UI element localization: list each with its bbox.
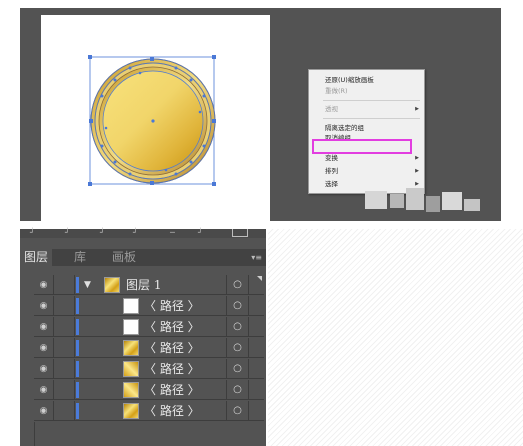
path-thumbnail <box>123 382 139 398</box>
target-circle-icon[interactable]: ○ <box>226 317 248 337</box>
eye-icon[interactable]: ◉ <box>34 317 54 337</box>
tab-libraries[interactable]: 库 <box>70 249 90 266</box>
corner-mark-icon <box>257 276 262 281</box>
target-circle-icon[interactable]: ○ <box>226 275 248 295</box>
lock-toggle[interactable] <box>54 338 75 358</box>
eye-icon[interactable]: ◉ <box>34 401 54 421</box>
layer-row-layer-1[interactable]: ◉ ▼ 图层 1 ○ <box>34 275 264 295</box>
layer-color-bar <box>76 382 79 398</box>
ungroup-highlight-box <box>312 139 412 154</box>
lock-toggle[interactable] <box>54 317 75 337</box>
layers-panel: ┘ ┘ ┘ ┘ ─ ┘ 图层 库 画板 ▾≡ ◉ ▼ 图层 1 ○ ◉ 〈 路径… <box>20 229 266 446</box>
layer-row-path[interactable]: ◉ 〈 路径 〉 ○ <box>34 401 264 421</box>
tab-layers[interactable]: 图层 <box>20 249 53 266</box>
selection-indicator[interactable] <box>248 380 264 400</box>
panel-menu-icon[interactable]: ▾≡ <box>251 253 262 262</box>
path-thumbnail <box>123 298 139 314</box>
selection-indicator[interactable] <box>248 296 264 316</box>
layer-row-path[interactable]: ◉ 〈 路径 〉 ○ <box>34 359 264 379</box>
menu-separator <box>323 100 420 101</box>
layer-color-bar <box>76 403 79 419</box>
canvas-area[interactable]: 还原(U)缩放画板 重做(R) 透视 ▶ 隔离选定的组 取消编组 变换 ▶ 排列 ▶ … <box>20 8 501 221</box>
target-circle-icon[interactable]: ○ <box>226 380 248 400</box>
selection-indicator[interactable] <box>248 401 264 421</box>
eye-icon[interactable]: ◉ <box>34 296 54 316</box>
menu-item-label: 变换 <box>325 154 338 162</box>
layer-color-bar <box>76 298 79 314</box>
path-name[interactable]: 〈 路径 〉 <box>144 317 200 337</box>
layer-color-bar <box>76 340 79 356</box>
lock-toggle[interactable] <box>54 296 75 316</box>
menu-item-perspective[interactable]: 透视 ▶ <box>309 104 424 114</box>
layer-row-path[interactable]: ◉ 〈 路径 〉 ○ <box>34 338 264 358</box>
target-circle-icon[interactable]: ○ <box>226 359 248 379</box>
tool-icon[interactable]: ─ <box>170 229 175 237</box>
tab-label: 图层 <box>24 250 49 264</box>
menu-item-label: 隔离选定的组 <box>325 124 364 132</box>
path-name[interactable]: 〈 路径 〉 <box>144 296 200 316</box>
path-thumbnail <box>123 319 139 335</box>
tool-icon[interactable] <box>232 229 248 237</box>
gold-coin-artwork[interactable] <box>20 8 501 221</box>
tool-icon[interactable]: ┘ <box>30 229 35 237</box>
layer-color-bar <box>76 277 79 293</box>
path-name[interactable]: 〈 路径 〉 <box>144 359 200 379</box>
path-name[interactable]: 〈 路径 〉 <box>144 401 200 421</box>
submenu-arrow-icon: ▶ <box>415 106 419 112</box>
menu-item-label: 还原(U)缩放画板 <box>325 76 374 84</box>
eye-icon[interactable]: ◉ <box>34 380 54 400</box>
striped-background <box>268 229 523 446</box>
tab-label: 库 <box>74 250 87 264</box>
path-thumbnail <box>123 340 139 356</box>
eye-icon[interactable]: ◉ <box>34 338 54 358</box>
menu-item-redo[interactable]: 重做(R) <box>309 86 424 96</box>
submenu-arrow-icon: ▶ <box>415 168 419 174</box>
menu-item-label: 选择 <box>325 180 338 188</box>
submenu-arrow-icon: ▶ <box>415 155 419 161</box>
panel-empty-area <box>34 422 264 446</box>
menu-item-label: 排列 <box>325 167 338 175</box>
menu-separator <box>323 118 420 119</box>
tool-icon[interactable]: ┘ <box>133 229 138 237</box>
layer-color-bar <box>76 361 79 377</box>
tab-label: 画板 <box>112 250 137 264</box>
menu-item-transform[interactable]: 变换 ▶ <box>309 153 424 163</box>
layer-row-path[interactable]: ◉ 〈 路径 〉 ○ <box>34 317 264 337</box>
menu-item-arrange[interactable]: 排列 ▶ <box>309 166 424 176</box>
target-circle-icon[interactable]: ○ <box>226 401 248 421</box>
path-thumbnail <box>123 361 139 377</box>
lock-toggle[interactable] <box>54 275 75 295</box>
eye-icon[interactable]: ◉ <box>34 359 54 379</box>
layer-thumbnail <box>104 277 120 293</box>
tab-artboards[interactable]: 画板 <box>108 249 140 266</box>
menu-item-label: 重做(R) <box>325 87 348 95</box>
panel-tab-bar: 图层 库 画板 ▾≡ <box>20 249 266 266</box>
path-name[interactable]: 〈 路径 〉 <box>144 338 200 358</box>
tool-icon[interactable]: ┘ <box>100 229 105 237</box>
eye-icon[interactable]: ◉ <box>34 275 54 295</box>
lock-toggle[interactable] <box>54 401 75 421</box>
tool-icon[interactable]: ┘ <box>198 229 203 237</box>
selection-indicator[interactable] <box>248 317 264 337</box>
layer-row-path[interactable]: ◉ 〈 路径 〉 ○ <box>34 380 264 400</box>
target-circle-icon[interactable]: ○ <box>226 296 248 316</box>
lock-toggle[interactable] <box>54 380 75 400</box>
layer-name[interactable]: 图层 1 <box>126 275 161 295</box>
panel-toolbar-strip: ┘ ┘ ┘ ┘ ─ ┘ <box>20 229 266 238</box>
expand-arrow-icon[interactable]: ▼ <box>84 275 91 295</box>
path-name[interactable]: 〈 路径 〉 <box>144 380 200 400</box>
target-circle-icon[interactable]: ○ <box>226 338 248 358</box>
menu-item-undo-zoom[interactable]: 还原(U)缩放画板 <box>309 75 424 85</box>
tool-icon[interactable]: ┘ <box>65 229 70 237</box>
selection-indicator[interactable] <box>248 275 264 295</box>
menu-item-label: 透视 <box>325 105 338 113</box>
layer-row-path[interactable]: ◉ 〈 路径 〉 ○ <box>34 296 264 316</box>
selection-indicator[interactable] <box>248 359 264 379</box>
context-menu: 还原(U)缩放画板 重做(R) 透视 ▶ 隔离选定的组 取消编组 变换 ▶ 排列 ▶ … <box>308 69 425 194</box>
layer-color-bar <box>76 319 79 335</box>
menu-item-isolate-group[interactable]: 隔离选定的组 <box>309 123 424 133</box>
path-thumbnail <box>123 403 139 419</box>
lock-toggle[interactable] <box>54 359 75 379</box>
selection-indicator[interactable] <box>248 338 264 358</box>
